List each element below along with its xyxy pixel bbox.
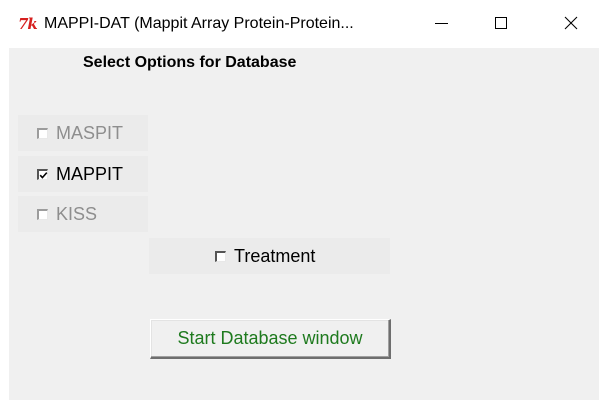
mappit-checkbox[interactable]: MAPPIT	[18, 156, 148, 192]
checkbox-unchecked-icon	[37, 208, 48, 220]
app-window: 7k MAPPI-DAT (Mappit Array Protein-Prote…	[0, 0, 599, 400]
minimize-button[interactable]	[418, 0, 464, 46]
window-title: MAPPI-DAT (Mappit Array Protein-Protein.…	[44, 15, 354, 32]
checkbox-unchecked-icon	[37, 127, 48, 139]
treatment-checkbox[interactable]: Treatment	[149, 238, 390, 274]
maspit-checkbox[interactable]: MASPIT	[18, 115, 148, 151]
close-button[interactable]	[548, 0, 594, 46]
kiss-label: KISS	[56, 204, 98, 224]
minimize-icon	[434, 22, 448, 24]
title-bar[interactable]: 7k MAPPI-DAT (Mappit Array Protein-Prote…	[0, 0, 599, 48]
treatment-label: Treatment	[234, 246, 316, 266]
tk-feather-icon: 7k	[18, 15, 38, 33]
checkbox-unchecked-icon	[215, 250, 226, 262]
kiss-checkbox[interactable]: KISS	[18, 196, 148, 232]
close-icon	[564, 16, 578, 30]
start-database-button[interactable]: Start Database window	[150, 319, 391, 359]
checkbox-checked-icon	[37, 168, 48, 180]
mappit-label: MAPPIT	[56, 164, 124, 184]
maspit-label: MASPIT	[56, 123, 124, 143]
maximize-icon	[495, 17, 507, 29]
page-title: Select Options for Database	[83, 54, 297, 71]
maximize-button[interactable]	[478, 0, 524, 46]
client-area: Select Options for Database MASPIT MAPPI…	[9, 48, 599, 400]
